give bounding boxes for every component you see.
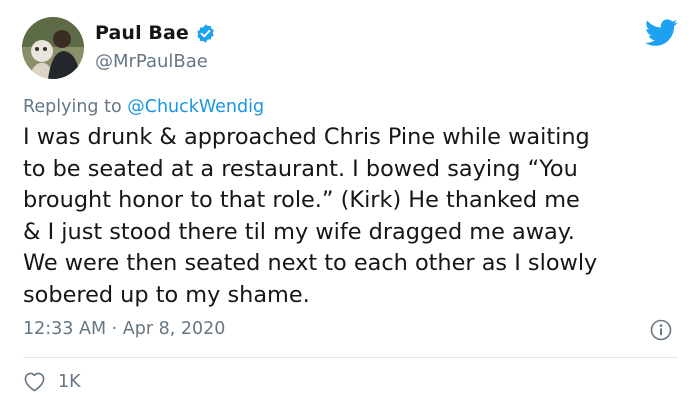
author-handle[interactable]: @MrPaulBae (95, 51, 208, 72)
tweet-text-line: to be seated at a restaurant. I bowed sa… (23, 155, 578, 182)
tweet-text-line: I was drunk & approached Chris Pine whil… (23, 124, 590, 150)
tweet-card: Paul Bae @MrPaulBae Replying to @ChuckWe… (0, 0, 700, 411)
info-icon[interactable] (650, 319, 672, 341)
reply-context: Replying to @ChuckWendig (23, 97, 264, 117)
reply-mention-link[interactable]: @ChuckWendig (127, 97, 264, 117)
tweet-text: I was drunk & approached Chris Pine whil… (23, 122, 683, 311)
tweet-text-line: brought honor to that role.” (Kirk) He t… (23, 187, 580, 213)
verified-badge-icon (195, 23, 216, 44)
author-name-row: Paul Bae (95, 22, 216, 44)
twitter-bird-icon[interactable] (645, 19, 678, 47)
avatar-image (22, 17, 84, 79)
divider (23, 357, 678, 358)
tweet-text-line: sobered up to my shame. (23, 281, 310, 308)
tweet-text-line: & I just stood there til my wife dragged… (23, 218, 575, 245)
avatar[interactable] (22, 17, 84, 79)
tweet-text-line: We were then seated next to each other a… (23, 250, 598, 276)
like-count: 1K (58, 371, 81, 392)
tweet-timestamp[interactable]: 12:33 AM · Apr 8, 2020 (23, 319, 225, 339)
heart-icon[interactable] (23, 371, 46, 392)
like-button[interactable]: 1K (23, 371, 81, 392)
author-display-name[interactable]: Paul Bae (95, 22, 189, 44)
reply-prefix: Replying to (23, 97, 128, 117)
